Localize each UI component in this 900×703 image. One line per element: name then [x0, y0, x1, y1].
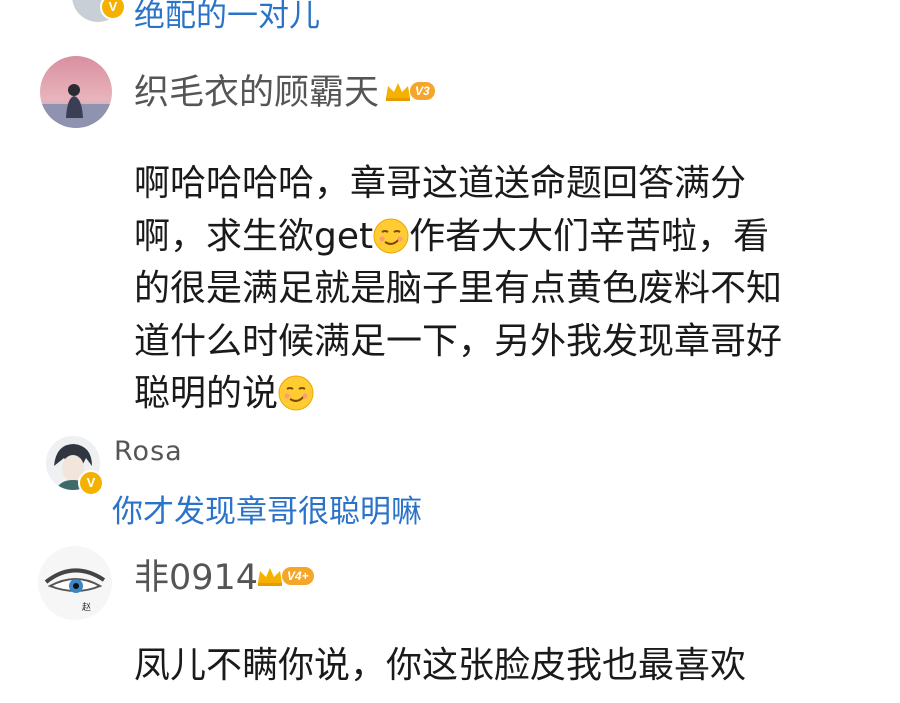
comment-username[interactable]: 非0914: [134, 558, 258, 598]
smirk-emoji-icon: [278, 375, 314, 411]
vip-badge: V3: [384, 80, 435, 102]
verified-v-icon: V: [78, 470, 104, 496]
crown-icon: [258, 568, 282, 586]
avatar[interactable]: [40, 56, 112, 128]
crown-icon: [386, 83, 410, 101]
comment-text: 凤儿不瞒你说，你这张脸皮我也最喜欢: [134, 645, 747, 686]
reply-text: 绝配的一对儿: [134, 0, 320, 34]
vip-level: V4+: [282, 567, 314, 585]
comment-text: 啊哈哈哈哈，章哥这道送命题回答满分 啊，求生欲get 作者大大们辛苦啦，看 的很是…: [134, 163, 783, 414]
verified-v-icon: V: [100, 0, 126, 20]
reply-username[interactable]: Rosa: [114, 436, 183, 467]
vip-badge: V4+: [256, 565, 314, 587]
svg-text:赵: 赵: [82, 601, 91, 613]
reply-text: 你才发现章哥很聪明嘛: [112, 494, 422, 530]
smirk-emoji-icon: [373, 218, 409, 253]
vip-level: V3: [410, 82, 435, 100]
comment-username[interactable]: 织毛衣的顾霸天: [134, 73, 379, 113]
avatar[interactable]: 赵: [38, 546, 112, 620]
